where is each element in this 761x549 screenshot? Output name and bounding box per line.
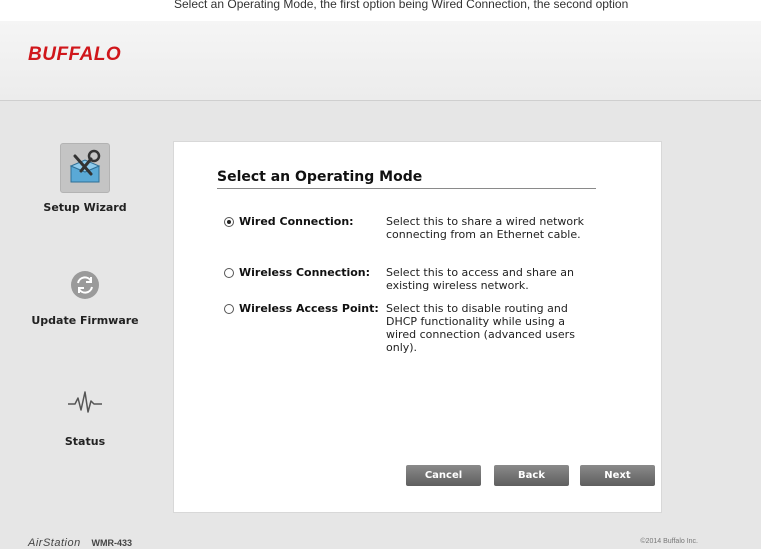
- wrench-toolbox-icon: [60, 143, 110, 193]
- back-button[interactable]: Back: [494, 465, 569, 486]
- option-description: Select this to disable routing and DHCP …: [386, 302, 575, 354]
- footer-product: AirStation WMR-433: [28, 537, 132, 549]
- sidebar-item-setup-wizard[interactable]: Setup Wizard: [0, 143, 170, 214]
- refresh-icon: [70, 270, 100, 300]
- caption-text: Select an Operating Mode, the first opti…: [174, 0, 629, 11]
- page-title: Select an Operating Mode: [217, 169, 423, 185]
- sidebar-item-label: Status: [64, 435, 106, 448]
- sidebar-item-update-firmware[interactable]: Update Firmware: [0, 270, 170, 327]
- radio-wireless-access-point[interactable]: [224, 304, 234, 314]
- option-label[interactable]: Wireless Access Point:: [239, 302, 379, 315]
- cancel-button[interactable]: Cancel: [406, 465, 481, 486]
- option-label[interactable]: Wireless Connection:: [239, 266, 370, 279]
- title-divider: [217, 188, 596, 189]
- model-number: WMR-433: [91, 538, 132, 548]
- sidebar-item-status[interactable]: Status: [0, 389, 170, 448]
- option-description: Select this to share a wired network con…: [386, 215, 585, 241]
- copyright: ©2014 Buffalo Inc.: [640, 538, 698, 545]
- pulse-icon: [67, 389, 103, 415]
- radio-wired-connection[interactable]: [224, 217, 234, 227]
- sidebar-item-label: Update Firmware: [31, 314, 139, 327]
- radio-wireless-connection[interactable]: [224, 268, 234, 278]
- option-description: Select this to access and share an exist…: [386, 266, 574, 292]
- next-button[interactable]: Next: [580, 465, 655, 486]
- sidebar-item-label: Setup Wizard: [43, 201, 127, 214]
- airstation-logo: AirStation: [28, 537, 81, 549]
- header: BUFFALO: [0, 21, 761, 101]
- buffalo-logo: BUFFALO: [28, 44, 122, 65]
- operating-mode-panel: Select an Operating Mode Wired Connectio…: [173, 141, 662, 513]
- option-label[interactable]: Wired Connection:: [239, 215, 354, 228]
- top-caption-strip: Select an Operating Mode, the first opti…: [0, 0, 761, 21]
